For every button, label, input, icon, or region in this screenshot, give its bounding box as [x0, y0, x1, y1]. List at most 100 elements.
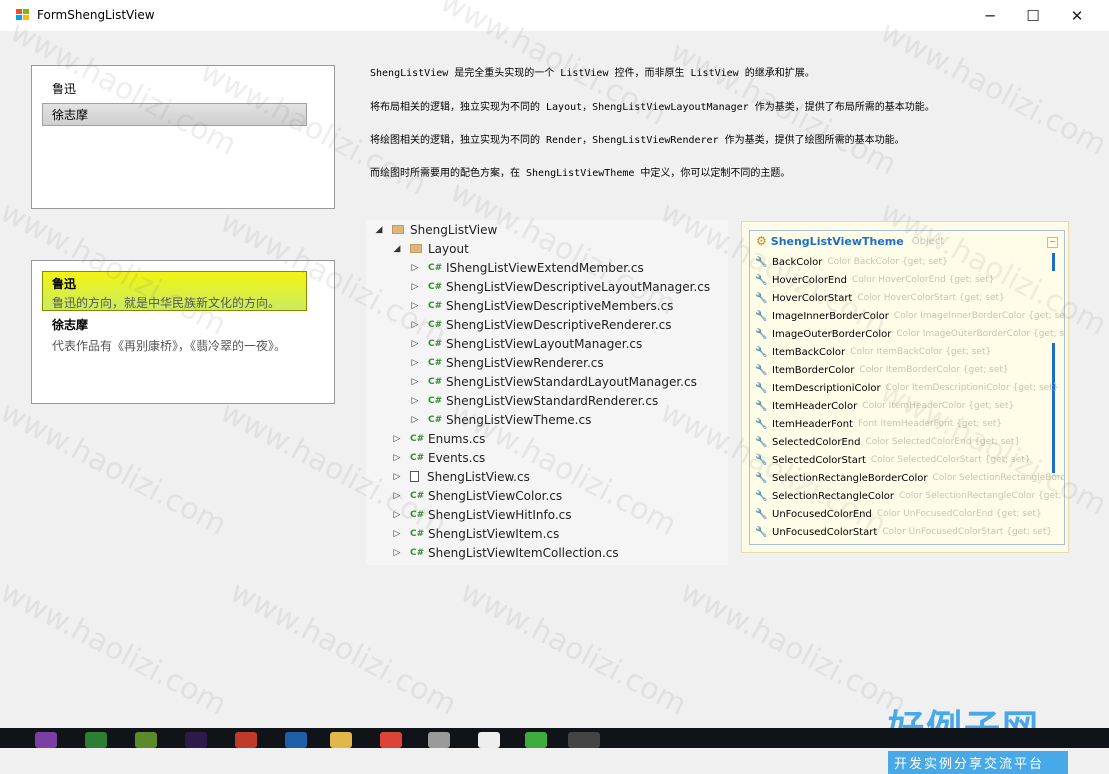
property-signature: Color HoverColorEnd {get; set}: [851, 275, 995, 285]
tree-node-file[interactable]: ▷ C# ShengListViewItem.cs: [392, 524, 560, 543]
app-icon-red[interactable]: [235, 732, 257, 748]
csharp-file-icon: C#: [428, 376, 443, 387]
tree-node-file[interactable]: ▷ C# ShengListViewLayoutManager.cs: [410, 334, 643, 353]
listbox-simple[interactable]: 鲁迅 徐志摩: [31, 65, 335, 209]
property-name: ItemBorderColor: [772, 364, 855, 376]
solution-explorer-tree[interactable]: ◢ ShengListView ◢ Layout ▷ C# IShengListVi…: [366, 220, 728, 565]
minimize-button[interactable]: ─: [967, 0, 1013, 31]
property-item[interactable]: 🔧 SelectionRectangleColor Color SelectionR…: [755, 487, 1064, 505]
property-item[interactable]: 🔧 ItemBackColor Color ItemBackColor {get; …: [755, 343, 991, 361]
tree-node-label: ShengListViewItem.cs: [428, 526, 560, 541]
tree-node-label: ShengListViewDescriptiveMembers.cs: [446, 298, 674, 313]
wechat-icon[interactable]: [525, 732, 547, 748]
list-item[interactable]: 徐志摩 代表作品有《再别康桥》，《翡冷翠的一夜》。: [52, 316, 286, 354]
tree-node-file[interactable]: ▷ C# ShengListViewColor.cs: [392, 486, 563, 505]
tree-node-file[interactable]: ▷ C# ShengListViewHitInfo.cs: [392, 505, 572, 524]
expand-arrow-icon[interactable]: ▷: [392, 548, 402, 558]
property-item[interactable]: 🔧 ItemHeaderColor Color ItemHeaderColor {g…: [755, 397, 1014, 415]
expand-arrow-icon[interactable]: ▷: [410, 282, 420, 292]
folder-icon: [392, 225, 404, 234]
app-icon-green[interactable]: [85, 732, 107, 748]
property-item[interactable]: 🔧 UnFocusedColorStart Color UnFocusedColor…: [755, 523, 1052, 541]
expand-arrow-icon[interactable]: ▷: [392, 434, 402, 444]
listbox-descriptive[interactable]: 鲁迅 鲁迅的方向，就是中华民族新文化的方向。 徐志摩 代表作品有《再别康桥》，《…: [31, 260, 335, 404]
property-item[interactable]: 🔧 UnFocusedColorEnd Color UnFocusedColorEn…: [755, 505, 1042, 523]
expand-arrow-icon[interactable]: ▷: [410, 339, 420, 349]
expand-arrow-icon[interactable]: ▷: [392, 510, 402, 520]
photoshop-icon[interactable]: [185, 732, 207, 748]
file-explorer-icon[interactable]: [330, 732, 352, 748]
tree-node-label: ShengListViewDescriptiveLayoutManager.cs: [446, 279, 711, 294]
tree-node-file[interactable]: ▷ C# ShengListViewDescriptiveLayoutManager…: [410, 277, 711, 296]
tree-node-file[interactable]: ▷ C# ShengListViewItemCollection.cs: [392, 543, 619, 562]
close-button[interactable]: ✕: [1054, 0, 1100, 31]
app-icon-green2[interactable]: [135, 732, 157, 748]
tree-node-file[interactable]: ▷ C# Events.cs: [392, 448, 486, 467]
class-name: ShengListViewTheme: [770, 234, 904, 248]
property-item[interactable]: 🔧 BackColor Color BackColor {get; set}: [755, 253, 948, 271]
expand-arrow-icon[interactable]: ▷: [410, 301, 420, 311]
scroll-marker: [1052, 253, 1055, 271]
tree-node-file[interactable]: ▷ C# Enums.cs: [392, 429, 486, 448]
expand-arrow-icon[interactable]: ▷: [392, 529, 402, 539]
title-bar[interactable]: FormShengListView ─ ☐ ✕: [0, 0, 1109, 31]
list-item[interactable]: 鲁迅: [52, 80, 76, 97]
logo-slogan: 开发实例分享交流平台: [888, 751, 1068, 774]
tree-node-file[interactable]: ▷ C# ShengListViewDescriptiveMembers.cs: [410, 296, 674, 315]
expand-arrow-icon[interactable]: ▷: [392, 453, 402, 463]
expand-arrow-icon[interactable]: ▷: [410, 263, 420, 273]
property-item[interactable]: 🔧 ImageOuterBorderColor Color ImageOuterBo…: [755, 325, 1064, 343]
property-item[interactable]: 🔧 SelectedColorStart Color SelectedColorSt…: [755, 451, 1031, 469]
property-signature: Color ItemBorderColor {get; set}: [859, 365, 1009, 375]
tree-node-file[interactable]: ▷ C# ShengListViewTheme.cs: [410, 410, 592, 429]
tree-node-file[interactable]: ▷ C# ShengListViewRenderer.cs: [410, 353, 604, 372]
item-description: 鲁迅的方向，就是中华民族新文化的方向。: [52, 296, 281, 310]
tree-node-folder[interactable]: ◢ Layout: [392, 239, 469, 258]
app-icon-grey[interactable]: [428, 732, 450, 748]
expand-arrow-icon[interactable]: ▷: [410, 358, 420, 368]
expand-arrow-icon[interactable]: ▷: [392, 472, 402, 482]
tree-node-file[interactable]: ▷ C# ShengListViewStandardRenderer.cs: [410, 391, 659, 410]
property-item[interactable]: 🔧 SelectionRectangleBorderColor Color Sele…: [755, 469, 1064, 487]
expand-arrow-icon[interactable]: ▷: [410, 377, 420, 387]
property-item[interactable]: 🔧 HoverColorStart Color HoverColorStart {g…: [755, 289, 1005, 307]
csharp-file-icon: C#: [410, 528, 425, 539]
app-icon-blue[interactable]: [285, 732, 307, 748]
property-wrench-icon: 🔧: [755, 256, 768, 268]
expand-arrow-icon[interactable]: ▷: [392, 491, 402, 501]
csdn-icon[interactable]: [478, 732, 500, 748]
property-signature: Color SelectedColorStart {get; set}: [870, 455, 1031, 465]
onenote-icon[interactable]: [35, 732, 57, 748]
property-item[interactable]: 🔧 ImageInnerBorderColor Color ImageInnerBo…: [755, 307, 1064, 325]
collapse-arrow-icon[interactable]: ◢: [392, 244, 402, 254]
tree-node-root[interactable]: ◢ ShengListView: [374, 220, 498, 239]
property-item[interactable]: 🔧 ItemBorderColor Color ItemBorderColor {g…: [755, 361, 1009, 379]
expand-arrow-icon[interactable]: ▷: [410, 415, 420, 425]
property-item[interactable]: 🔧 ItemDescriptioniColor Color ItemDescript…: [755, 379, 1058, 397]
property-item[interactable]: 🔧 SelectedColorEnd Color SelectedColorEnd …: [755, 433, 1020, 451]
tree-node-file[interactable]: ▷ C# IShengListViewExtendMember.cs: [410, 258, 644, 277]
tree-node-label: IShengListViewExtendMember.cs: [446, 260, 644, 275]
property-wrench-icon: 🔧: [755, 418, 768, 430]
csharp-file-icon: C#: [428, 262, 443, 273]
expand-arrow-icon[interactable]: ▷: [410, 320, 420, 330]
tree-node-file[interactable]: ▷ C# ShengListViewDescriptiveRenderer.cs: [410, 315, 672, 334]
item-header: 徐志摩: [52, 318, 89, 332]
chrome-icon[interactable]: [380, 732, 402, 748]
property-signature: Color UnFocusedColorStart {get; set}: [882, 527, 1053, 537]
list-item-selected[interactable]: 鲁迅 鲁迅的方向，就是中华民族新文化的方向。: [42, 271, 307, 311]
tree-node-file[interactable]: ▷ C# ShengListViewStandardLayoutManager.cs: [410, 372, 697, 391]
csharp-file-icon: C#: [428, 395, 443, 406]
expand-arrow-icon[interactable]: ▷: [410, 396, 420, 406]
property-item[interactable]: 🔧 ItemHeaderFont Font ItemHeaderFont {get;…: [755, 415, 1002, 433]
list-item-selected[interactable]: 徐志摩: [42, 103, 307, 126]
property-name: ItemHeaderColor: [772, 400, 858, 412]
tree-node-file[interactable]: ▷ ShengListView.cs: [392, 467, 530, 486]
maximize-button[interactable]: ☐: [1010, 0, 1056, 31]
collapse-icon[interactable]: −: [1047, 237, 1058, 248]
property-item[interactable]: 🔧 HoverColorEnd Color HoverColorEnd {get; …: [755, 271, 994, 289]
property-signature: Color UnFocusedColorEnd {get; set}: [876, 509, 1042, 519]
collapse-arrow-icon[interactable]: ◢: [374, 225, 384, 235]
class-member-list[interactable]: ⚙ ShengListViewTheme Object − 🔧 BackColor…: [749, 230, 1065, 545]
active-app-icon[interactable]: [568, 732, 600, 748]
